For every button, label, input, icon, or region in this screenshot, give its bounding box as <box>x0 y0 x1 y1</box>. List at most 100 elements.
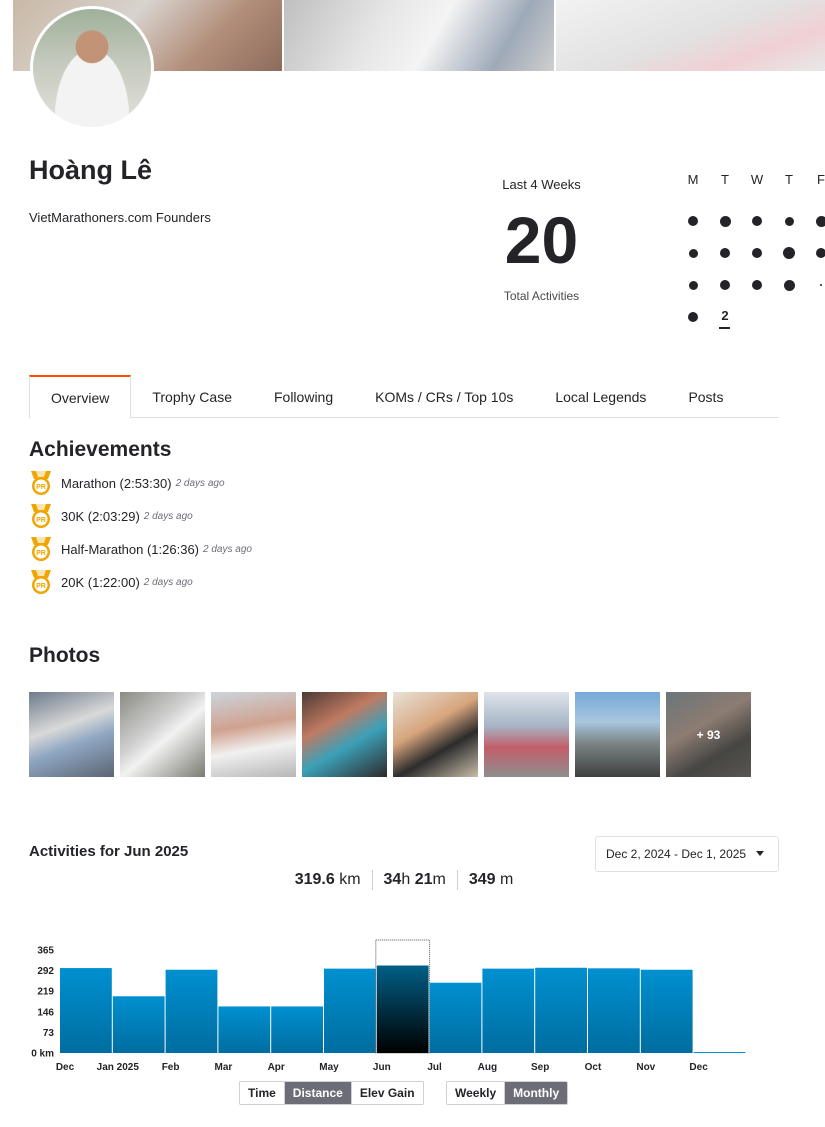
photo-thumbnail[interactable] <box>575 692 660 777</box>
cover-photo[interactable] <box>555 0 825 71</box>
photo-thumbnail[interactable] <box>29 692 114 777</box>
achievement-text[interactable]: Marathon (2:53:30) <box>61 476 172 491</box>
period-option-weekly[interactable]: Weekly <box>447 1082 504 1104</box>
tab-trophy-case[interactable]: Trophy Case <box>131 375 253 418</box>
athlete-name: Hoàng Lê <box>29 155 153 185</box>
calendar-day-label: W <box>750 172 764 187</box>
medal-badge-text: PR <box>36 583 46 590</box>
elevation-stat: 349 m <box>456 870 524 890</box>
achievement-item[interactable]: PR Half-Marathon (1:26:36) 2 days ago <box>29 536 252 562</box>
today-underline <box>719 327 730 329</box>
x-tick-label: Dec <box>689 1062 708 1073</box>
y-tick-label: 146 <box>37 1007 54 1018</box>
elevation-unit: m <box>499 871 514 888</box>
chart-bar[interactable] <box>218 1006 271 1053</box>
chart-bar[interactable] <box>640 969 693 1053</box>
metric-option-elev-gain[interactable]: Elev Gain <box>350 1082 423 1104</box>
tab-following[interactable]: Following <box>253 375 354 418</box>
chart-bar[interactable] <box>324 968 376 1053</box>
summary-period-label: Last 4 Weeks <box>502 177 581 192</box>
achievement-time: 2 days ago <box>143 510 193 522</box>
metric-toggle: Time Distance Elev Gain <box>239 1081 424 1105</box>
achievement-text[interactable]: 20K (1:22:00) <box>61 575 140 590</box>
activity-dot[interactable] <box>783 279 795 291</box>
metric-option-time[interactable]: Time <box>240 1082 284 1104</box>
chart-bar[interactable] <box>588 968 640 1053</box>
pr-medal-icon: PR <box>31 570 51 594</box>
today-activity-count[interactable]: 2 <box>717 308 733 323</box>
y-tick-label: 365 <box>37 946 54 957</box>
activity-dot[interactable] <box>752 248 762 258</box>
calendar-day-label: F <box>817 172 825 187</box>
achievement-time: 2 days ago <box>203 543 252 555</box>
tab-local-legends[interactable]: Local Legends <box>534 375 667 418</box>
x-tick-label: Dec <box>56 1062 75 1073</box>
activity-dot[interactable] <box>783 247 795 259</box>
activity-dot[interactable] <box>688 312 698 322</box>
chart-bar[interactable] <box>376 965 429 1053</box>
x-tick-label: Jul <box>427 1062 442 1073</box>
period-option-monthly[interactable]: Monthly <box>504 1082 568 1104</box>
x-tick-label: Apr <box>268 1062 285 1073</box>
y-tick-label: 219 <box>37 987 54 998</box>
y-tick-label: 0 km <box>31 1049 54 1060</box>
chart-bar[interactable] <box>535 967 587 1053</box>
tab-overview[interactable]: Overview <box>29 375 132 419</box>
time-h-unit: h <box>401 871 411 888</box>
activity-dot[interactable] <box>688 280 698 290</box>
time-hours: 34 <box>383 871 402 888</box>
elevation-value: 349 <box>468 871 496 888</box>
photo-thumbnail[interactable] <box>484 692 569 777</box>
metric-option-distance[interactable]: Distance <box>283 1082 351 1104</box>
total-activities-label: Total Activities <box>503 289 580 303</box>
activity-dot[interactable] <box>752 280 762 290</box>
photo-thumbnail[interactable] <box>302 692 387 777</box>
activity-dot[interactable] <box>784 216 794 226</box>
period-toggle: Weekly Monthly <box>446 1081 569 1105</box>
achievement-text[interactable]: 30K (2:03:29) <box>61 509 140 524</box>
activity-stats: 319.6 km 34 h 21 m 349 m <box>0 870 808 890</box>
tab-koms-crs-top10s[interactable]: KOMs / CRs / Top 10s <box>354 375 534 418</box>
medal-badge-text: PR <box>36 550 46 557</box>
activity-dot[interactable] <box>720 280 730 290</box>
photos-title: Photos <box>29 644 101 667</box>
activity-dot[interactable] <box>815 215 825 227</box>
pr-medal-icon: PR <box>31 471 51 495</box>
activity-dot[interactable] <box>688 216 698 226</box>
distance-unit: km <box>339 871 361 888</box>
activity-dot[interactable] <box>719 215 731 227</box>
monthly-distance-chart: 0 km 73 146 219 292 365 Dec Jan 2025 Feb Mar Apr Ma… <box>31 939 746 1073</box>
time-stat: 34 h 21 m <box>371 870 457 890</box>
date-range-dropdown[interactable]: Dec 2, 2024 - Dec 1, 2025 <box>595 836 779 872</box>
photo-thumbnail[interactable] <box>211 692 296 777</box>
activity-dot[interactable] <box>752 216 762 226</box>
chart-bar[interactable] <box>112 996 165 1053</box>
time-m-unit: m <box>432 871 446 888</box>
photo-thumbnail[interactable] <box>393 692 478 777</box>
x-tick-label: Nov <box>636 1062 655 1073</box>
date-range-value: Dec 2, 2024 - Dec 1, 2025 <box>606 847 747 861</box>
activity-dot[interactable] <box>720 248 730 258</box>
activity-dot[interactable] <box>816 248 825 258</box>
athlete-bio: VietMarathoners.com Founders <box>29 210 211 225</box>
achievement-item[interactable]: PR Marathon (2:53:30) 2 days ago <box>29 470 225 496</box>
achievement-item[interactable]: PR 30K (2:03:29) 2 days ago <box>29 503 193 529</box>
achievement-time: 2 days ago <box>175 477 225 489</box>
chart-bar[interactable] <box>271 1006 323 1053</box>
cover-photo[interactable] <box>284 0 554 71</box>
photo-thumbnail[interactable] <box>120 692 205 777</box>
achievement-text[interactable]: Half-Marathon (1:26:36) <box>61 542 199 557</box>
activity-dot[interactable] <box>688 248 698 258</box>
chart-bar[interactable] <box>165 969 218 1053</box>
profile-tabs: Overview Trophy Case Following KOMs / CR… <box>29 375 779 419</box>
calendar-day-label: M <box>687 172 699 187</box>
caret-down-icon <box>756 851 764 856</box>
more-photos-count: + 93 <box>666 692 751 777</box>
chart-bar[interactable] <box>429 982 482 1053</box>
chart-bar[interactable] <box>60 968 112 1053</box>
tab-posts[interactable]: Posts <box>667 375 744 418</box>
avatar[interactable] <box>30 6 154 130</box>
chart-bar[interactable] <box>482 968 535 1053</box>
photo-thumbnail-more[interactable]: + 93 <box>666 692 751 777</box>
achievement-item[interactable]: PR 20K (1:22:00) 2 days ago <box>29 569 193 595</box>
